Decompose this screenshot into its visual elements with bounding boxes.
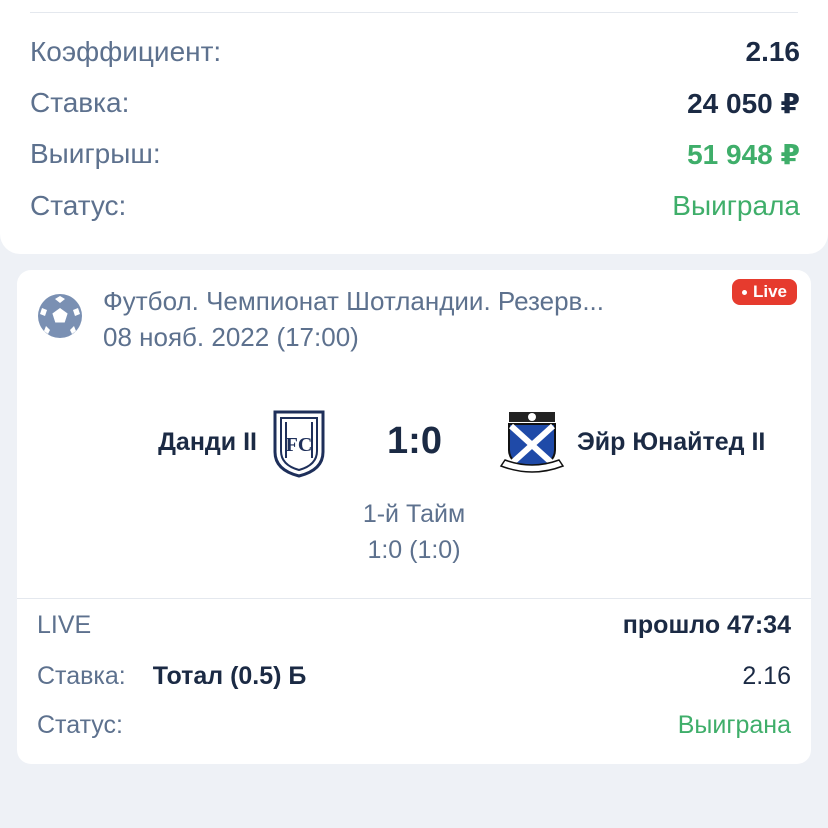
bet-summary-panel: Коэффициент: 2.16 Ставка: 24 050 ₽ Выигр… bbox=[0, 0, 828, 254]
bet-stake-row: Ставка: Тотал (0.5) Б 2.16 bbox=[37, 658, 791, 694]
match-score: 1:0 bbox=[387, 420, 442, 462]
stake-row: Ставка: 24 050 ₽ bbox=[30, 83, 800, 123]
elapsed-time: прошло 47:34 bbox=[622, 610, 791, 639]
bet-selection: Тотал (0.5) Б bbox=[152, 661, 307, 690]
status-label: Статус: bbox=[30, 190, 127, 221]
win-value: 51 948 ₽ bbox=[687, 138, 800, 170]
match-period: 1-й Тайм bbox=[362, 500, 466, 528]
win-label: Выигрыш: bbox=[30, 138, 161, 169]
status-row: Статус: Выиграла bbox=[30, 186, 800, 226]
status-value: Выиграла bbox=[672, 190, 800, 221]
bet-status-value: Выиграна bbox=[677, 710, 791, 739]
event-date: 08 нояб. 2022 (17:00) bbox=[103, 322, 359, 352]
dundee-crest-icon: FC bbox=[273, 410, 325, 478]
period-score: 1:0 (1:0) bbox=[367, 536, 461, 564]
bet-stake-group: Ставка: Тотал (0.5) Б bbox=[37, 662, 306, 691]
coefficient-value: 2.16 bbox=[745, 36, 801, 67]
divider bbox=[30, 12, 798, 13]
svg-text:FC: FC bbox=[286, 434, 313, 456]
ayr-united-crest-icon bbox=[499, 412, 565, 473]
live-dot-icon bbox=[742, 289, 747, 295]
bet-live-row: LIVE прошло 47:34 bbox=[37, 607, 791, 643]
stake-value: 24 050 ₽ bbox=[687, 87, 800, 119]
stake-label: Ставка: bbox=[30, 87, 130, 118]
coefficient-label: Коэффициент: bbox=[30, 36, 222, 67]
home-team-name: Данди II bbox=[158, 428, 257, 456]
divider bbox=[17, 598, 811, 599]
bet-status-label: Статус: bbox=[37, 710, 123, 739]
bet-odds: 2.16 bbox=[742, 661, 791, 690]
live-badge: Live bbox=[732, 279, 798, 305]
live-badge-label: Live bbox=[753, 282, 788, 301]
away-team-name: Эйр Юнайтед II bbox=[577, 428, 766, 456]
league-name: Футбол. Чемпионат Шотландии. Резерв... bbox=[103, 286, 605, 316]
bet-stake-label: Ставка: bbox=[37, 661, 126, 690]
bet-status-row: Статус: Выиграна bbox=[37, 707, 791, 743]
soccer-ball-icon bbox=[38, 294, 82, 338]
win-row: Выигрыш: 51 948 ₽ bbox=[30, 134, 800, 174]
event-card[interactable]: Футбол. Чемпионат Шотландии. Резерв... 0… bbox=[17, 270, 811, 764]
bet-type-label: LIVE bbox=[37, 610, 92, 639]
coefficient-row: Коэффициент: 2.16 bbox=[30, 32, 800, 72]
